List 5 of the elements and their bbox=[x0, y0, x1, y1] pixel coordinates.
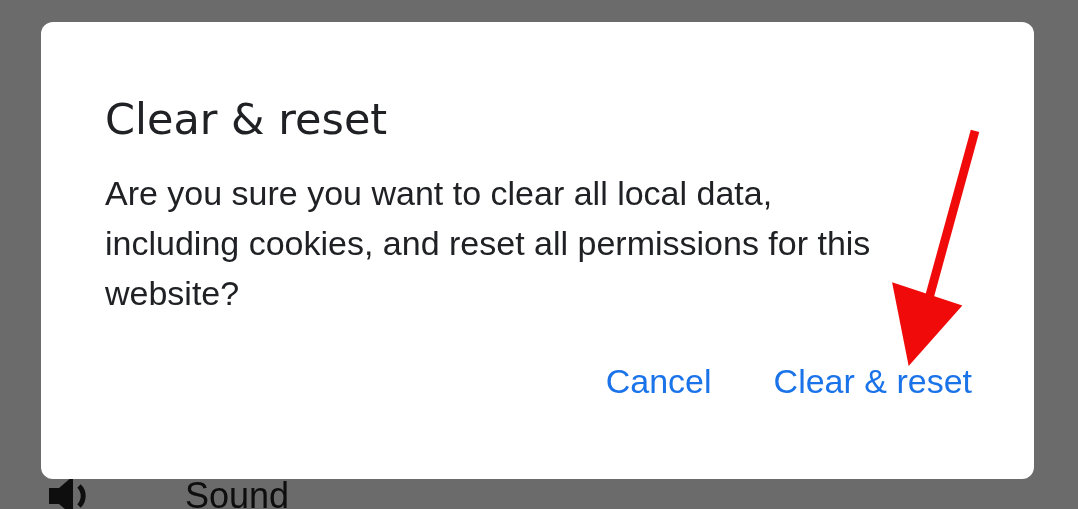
dialog-title: Clear & reset bbox=[105, 94, 389, 146]
dialog-message: Are you sure you want to clear all local data, including cookies, and reset all permissions for this website? bbox=[105, 172, 872, 314]
cancel-button[interactable]: Cancel bbox=[597, 355, 720, 407]
confirm-button[interactable]: Clear & reset bbox=[765, 355, 980, 407]
setting-label: Sound bbox=[185, 475, 290, 509]
